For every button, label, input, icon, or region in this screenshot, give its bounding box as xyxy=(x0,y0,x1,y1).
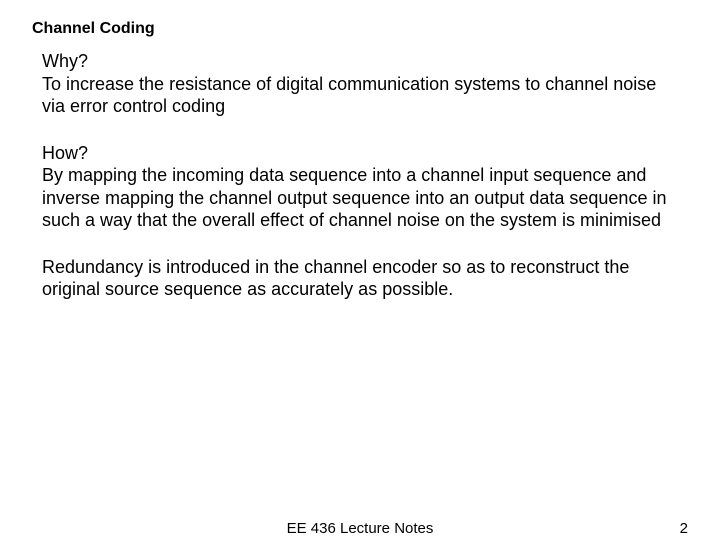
redundancy-block: Redundancy is introduced in the channel … xyxy=(42,256,678,301)
why-block: Why? To increase the resistance of digit… xyxy=(42,50,678,118)
slide-content: Why? To increase the resistance of digit… xyxy=(32,50,688,301)
redundancy-text: Redundancy is introduced in the channel … xyxy=(42,256,678,301)
footer-center-text: EE 436 Lecture Notes xyxy=(287,520,434,537)
slide-page: Channel Coding Why? To increase the resi… xyxy=(0,0,720,540)
page-number: 2 xyxy=(680,520,688,537)
why-question: Why? xyxy=(42,50,678,73)
slide-title: Channel Coding xyxy=(32,20,688,38)
how-block: How? By mapping the incoming data sequen… xyxy=(42,142,678,232)
how-answer: By mapping the incoming data sequence in… xyxy=(42,164,678,232)
why-answer: To increase the resistance of digital co… xyxy=(42,73,678,118)
how-question: How? xyxy=(42,142,678,165)
